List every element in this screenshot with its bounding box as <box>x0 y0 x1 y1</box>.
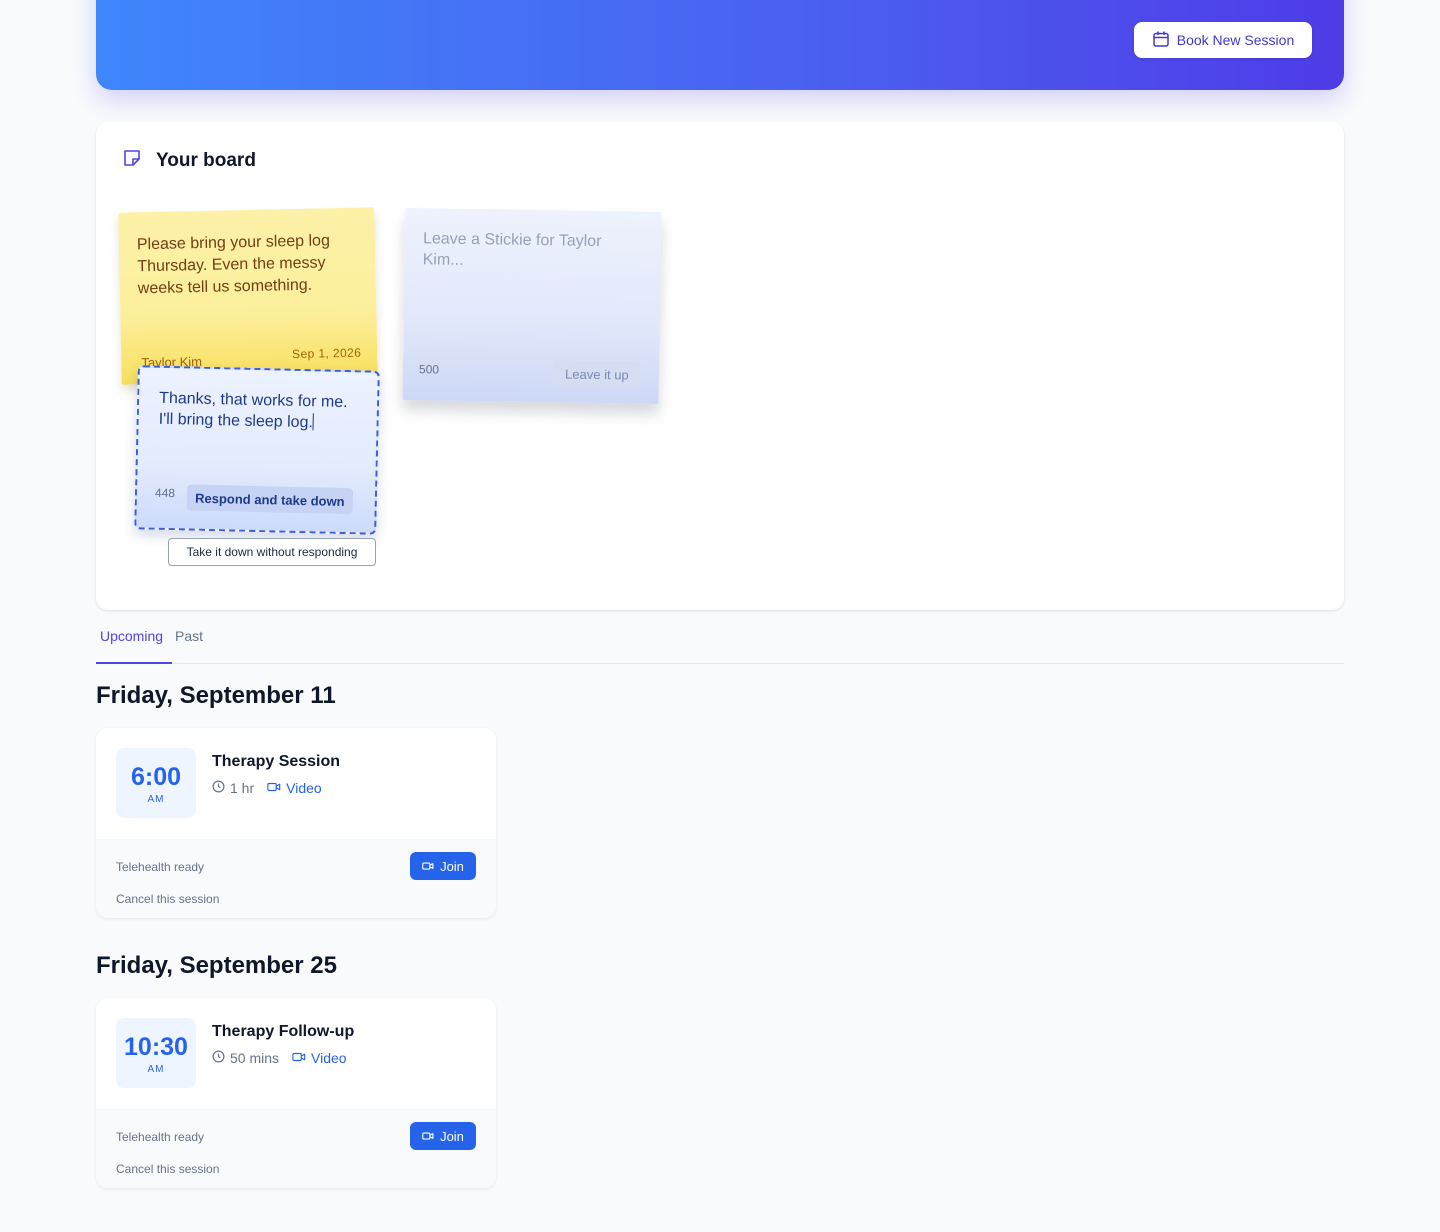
new-stickie-char-count: 500 <box>418 362 440 377</box>
new-stickie-input[interactable]: Leave a Stickie for Taylor Kim... <box>423 228 624 273</box>
clock-icon <box>212 780 225 796</box>
stickie-date: Sep 1, 2026 <box>291 345 362 362</box>
join-button[interactable]: Join <box>410 852 476 880</box>
telehealth-status: Telehealth ready <box>116 860 205 874</box>
session-time-ampm: AM <box>147 1064 165 1075</box>
book-new-session-label: Book New Session <box>1176 32 1295 48</box>
telehealth-status: Telehealth ready <box>116 1130 205 1144</box>
stickie-text: Please bring your sleep log Thursday. Ev… <box>136 232 331 298</box>
cancel-session-link[interactable]: Cancel this session <box>116 1162 219 1176</box>
session-card: 6:00 AM Therapy Session 1 hr Video Teleh… <box>96 728 496 918</box>
hero-banner: Book New Session <box>96 0 1344 90</box>
day-heading: Friday, September 11 <box>96 682 336 709</box>
sticky-note-icon <box>122 148 142 173</box>
session-card-footer: Telehealth ready Join Cancel this sessio… <box>96 1109 496 1188</box>
leave-it-up-button[interactable]: Leave it up <box>552 360 642 388</box>
session-tabs: Upcoming Past <box>96 622 1344 664</box>
join-label: Join <box>440 858 464 874</box>
session-mode: Video <box>286 780 322 796</box>
stickie-board: Your board Please bring your sleep log T… <box>96 122 1344 610</box>
session-time: 6:00 AM <box>116 748 196 818</box>
session-time-value: 10:30 <box>124 1033 188 1061</box>
board-title: Your board <box>156 149 256 171</box>
session-mode: Video <box>311 1050 347 1066</box>
session-meta: 1 hr Video <box>212 780 322 796</box>
respond-and-take-down-button[interactable]: Respond and take down <box>186 484 354 515</box>
join-button[interactable]: Join <box>410 1122 476 1150</box>
cancel-session-link[interactable]: Cancel this session <box>116 892 219 906</box>
day-heading: Friday, September 25 <box>96 952 337 979</box>
session-title: Therapy Session <box>212 753 341 770</box>
tab-upcoming[interactable]: Upcoming <box>100 628 163 644</box>
session-duration: 50 mins <box>230 1050 280 1066</box>
reply-input[interactable]: Thanks, that works for me. I'll bring th… <box>158 388 364 435</box>
book-new-session-button[interactable]: Book New Session <box>1134 22 1312 58</box>
new-stickie[interactable]: Leave a Stickie for Taylor Kim... 500 Le… <box>402 208 662 404</box>
reply-input-value: Thanks, that works for me. I'll bring th… <box>158 389 348 432</box>
session-meta: 50 mins Video <box>212 1050 347 1066</box>
join-label: Join <box>440 1128 464 1144</box>
reply-char-count: 448 <box>154 485 176 501</box>
board-header: Your board <box>122 148 256 173</box>
session-card-footer: Telehealth ready Join Cancel this sessio… <box>96 839 496 918</box>
calendar-icon <box>1152 30 1170 51</box>
video-camera-icon <box>292 1050 306 1066</box>
session-duration: 1 hr <box>230 780 255 796</box>
stickie-note: Please bring your sleep log Thursday. Ev… <box>118 207 378 385</box>
take-down-without-responding-button[interactable]: Take it down without responding <box>168 538 376 566</box>
session-title: Therapy Follow-up <box>212 1023 355 1040</box>
session-card: 10:30 AM Therapy Follow-up 50 mins Video… <box>96 998 496 1188</box>
tab-past[interactable]: Past <box>175 628 203 644</box>
text-caret <box>312 413 315 431</box>
active-tab-indicator <box>96 662 172 664</box>
session-time-value: 6:00 <box>130 763 182 791</box>
clock-icon <box>212 1050 225 1066</box>
session-time-ampm: AM <box>147 794 165 805</box>
reply-stickie[interactable]: Thanks, that works for me. I'll bring th… <box>134 365 380 535</box>
video-camera-icon <box>422 859 434 874</box>
video-camera-icon <box>267 780 281 796</box>
session-time: 10:30 AM <box>116 1018 196 1088</box>
video-camera-icon <box>422 1129 434 1144</box>
